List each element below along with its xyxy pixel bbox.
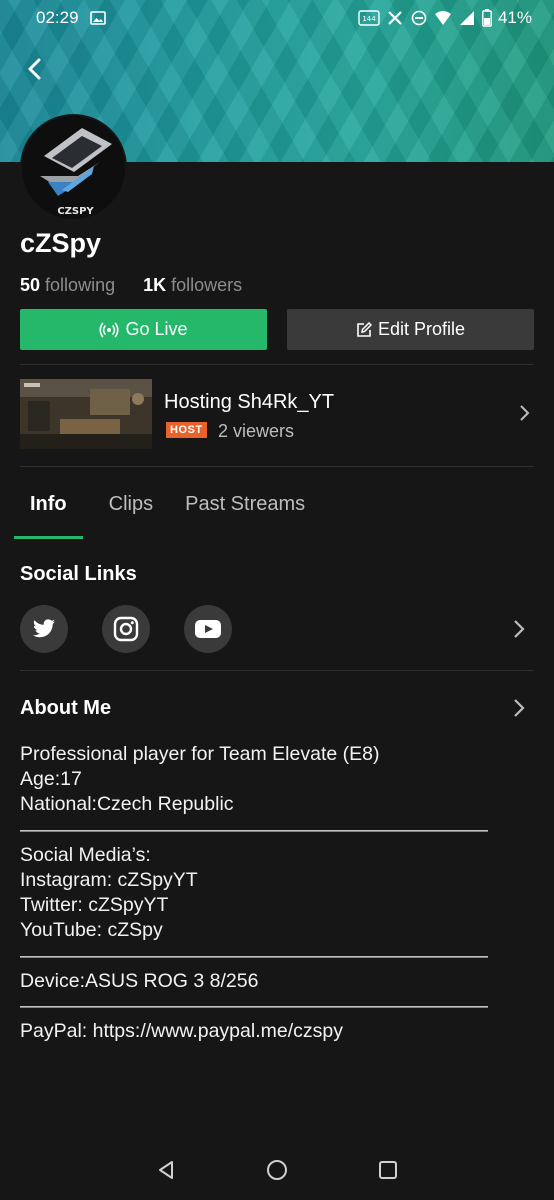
hosting-card[interactable]: Hosting Sh4Rk_YT HOST 2 viewers [20,379,534,449]
divider [20,670,534,671]
avatar[interactable]: CZSPY [20,114,127,221]
back-triangle-icon [158,1161,173,1179]
battery-percent: 41% [497,8,532,27]
following-label: following [45,275,116,295]
hosting-title: Hosting Sh4Rk_YT [164,391,335,413]
about-me-title: About Me [20,697,112,719]
divider [20,466,534,467]
czspy-logo-icon: CZSPY [22,116,125,219]
chevron-right-icon [514,620,525,638]
chevron-right-icon [518,404,530,427]
image-icon [89,9,107,27]
chevron-left-icon [28,58,41,80]
wifi-icon [434,9,452,27]
followers-stat[interactable]: 1K followers [143,275,242,296]
youtube-icon [195,620,221,638]
recents-square-icon [379,1161,398,1179]
followers-count: 1K [143,275,167,295]
social-links [20,605,232,653]
youtube-link[interactable] [184,605,232,653]
system-nav-bar [0,1140,554,1200]
hz-icon: 144 [358,9,380,27]
nav-recents-button[interactable] [373,1155,403,1185]
avatar-logo-text: CZSPY [57,206,94,217]
go-live-label: Go Live [125,319,188,339]
stream-thumbnail [20,379,152,449]
viewer-count: 2 viewers [218,421,295,441]
following-stat[interactable]: 50 following [20,275,115,296]
username: cZSpy [20,228,102,258]
signal-icon [458,9,476,27]
profile-tabs: Info Clips Past Streams [14,485,321,539]
edit-profile-button[interactable]: Edit Profile [287,309,534,350]
tab-clips[interactable]: Clips [93,485,169,539]
tab-info[interactable]: Info [14,485,83,539]
edit-icon [357,321,372,337]
status-time: 02:29 [36,8,79,27]
chevron-right-icon [514,699,525,717]
edit-profile-label: Edit Profile [377,319,466,339]
tab-past-streams[interactable]: Past Streams [169,485,321,539]
profile-stats: 50 following 1K followers [20,275,242,296]
instagram-link[interactable] [102,605,150,653]
divider [20,364,534,365]
twitter-icon [33,619,55,638]
following-count: 50 [20,275,41,295]
status-bar: 02:29 144 41% [0,0,554,36]
battery-icon [482,9,492,27]
twitter-link[interactable] [20,605,68,653]
dnd-icon [410,9,428,27]
instagram-icon [113,616,139,642]
nav-back-button[interactable] [151,1155,181,1185]
x-icon [386,9,404,27]
svg-text:144: 144 [362,15,376,23]
about-me-chevron[interactable] [512,698,526,723]
followers-label: followers [171,275,243,295]
social-links-chevron[interactable] [512,619,526,644]
back-button[interactable] [18,52,52,86]
home-circle-icon [266,1160,287,1180]
about-me-text: Professional player for Team Elevate (E8… [20,743,488,1043]
go-live-button[interactable]: Go Live [20,309,267,350]
nav-home-button[interactable] [262,1155,292,1185]
broadcast-icon [99,322,120,337]
social-links-title: Social Links [20,563,137,585]
host-badge: HOST [166,422,207,438]
